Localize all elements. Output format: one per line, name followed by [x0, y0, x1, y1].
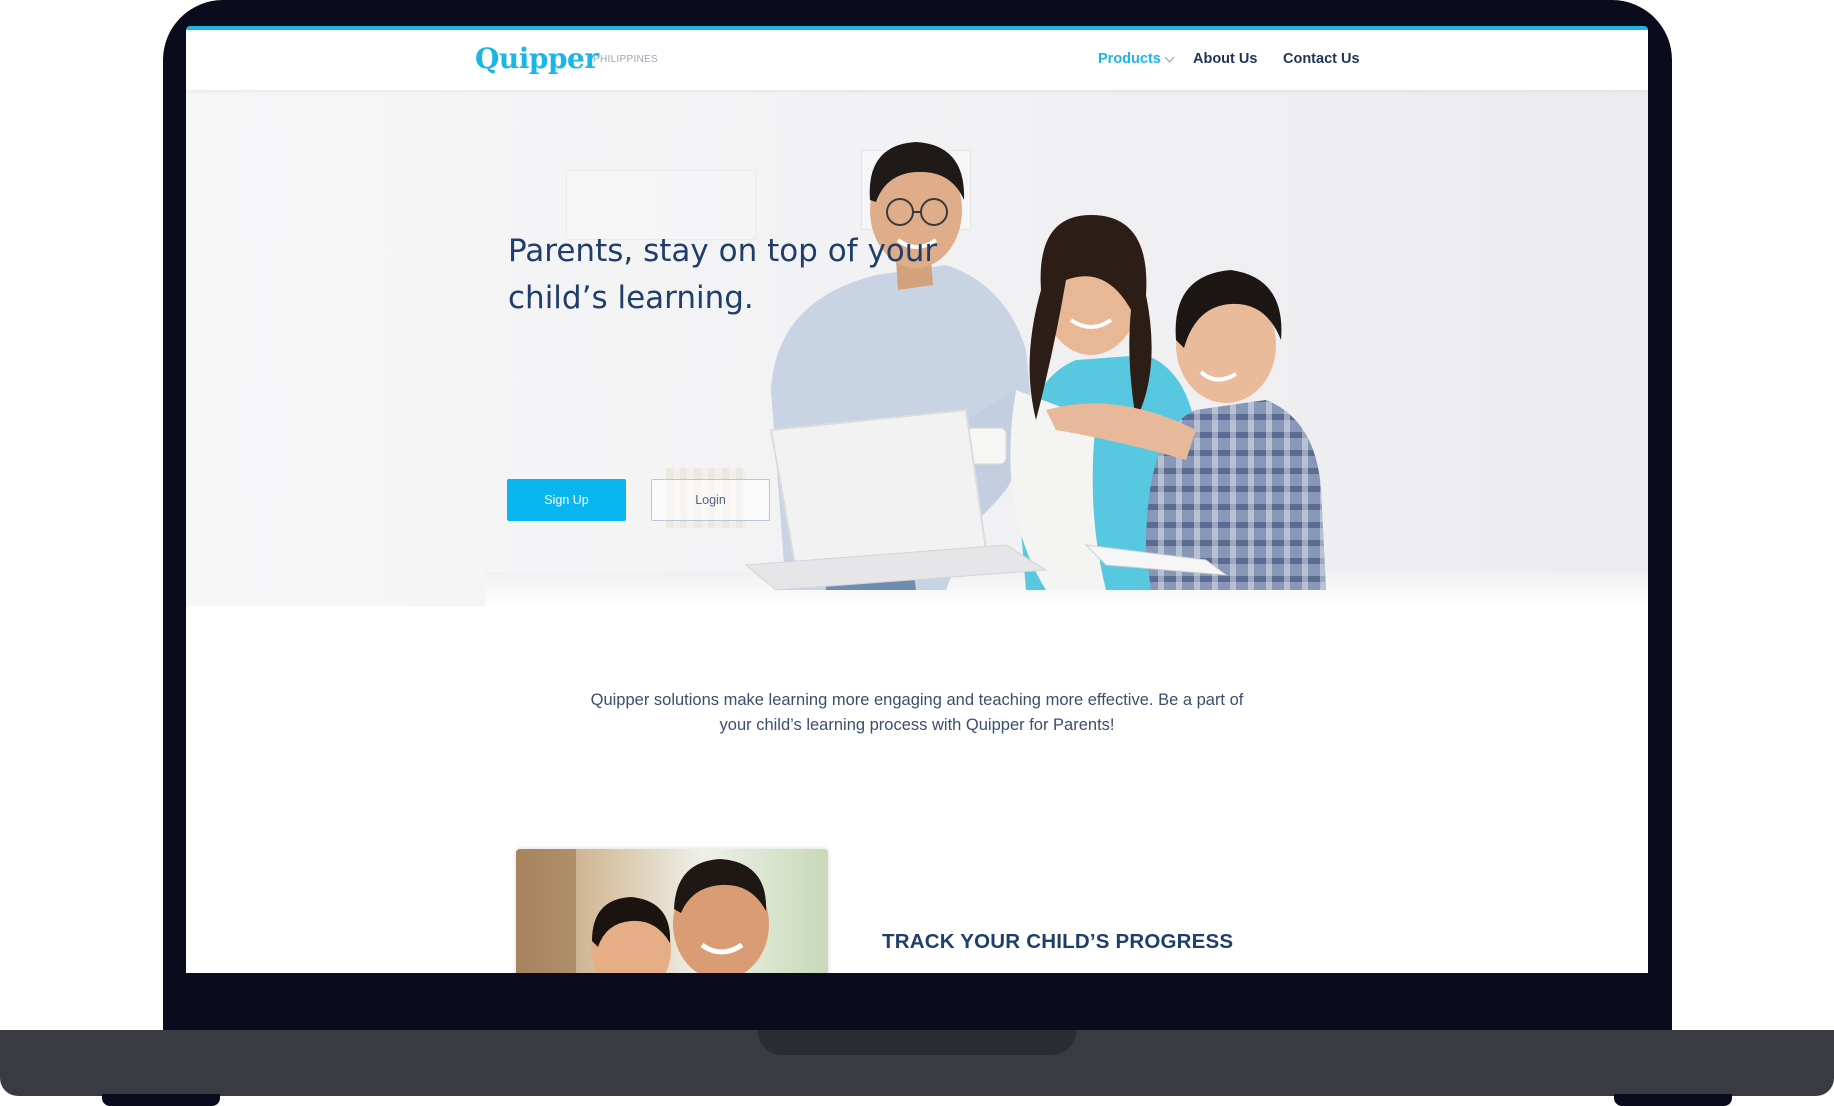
hero-family-photo: [744, 142, 1326, 591]
login-button[interactable]: Login: [651, 479, 770, 521]
nav-products[interactable]: Products: [1098, 51, 1175, 67]
laptop-foot-right: [1614, 1094, 1732, 1106]
intro-text: Quipper solutions make learning more eng…: [590, 690, 1244, 734]
logo-subtitle: PHILIPPINES: [593, 54, 658, 65]
chevron-down-icon: [1164, 52, 1175, 63]
browser-viewport: Quipper PHILIPPINES Products About Us Co…: [186, 26, 1648, 973]
nav-products-label: Products: [1098, 51, 1161, 67]
feature-photo: [516, 849, 828, 973]
laptop-foot-left: [102, 1094, 220, 1106]
father-and-son-photo: [516, 849, 769, 973]
feature-title: TRACK YOUR CHILD’S PROGRESS: [882, 930, 1234, 953]
laptop-notch: [758, 1030, 1076, 1055]
site-header: Quipper PHILIPPINES Products About Us Co…: [186, 30, 1648, 90]
sign-up-button[interactable]: Sign Up: [507, 479, 626, 521]
hero-title: Parents, stay on top of your child’s lea…: [508, 233, 938, 316]
nav-about-us[interactable]: About Us: [1193, 51, 1257, 67]
hero-section: Parents, stay on top of your child’s lea…: [186, 90, 1648, 606]
quipper-logo[interactable]: Quipper: [475, 42, 599, 75]
nav-contact-us[interactable]: Contact Us: [1283, 51, 1360, 67]
